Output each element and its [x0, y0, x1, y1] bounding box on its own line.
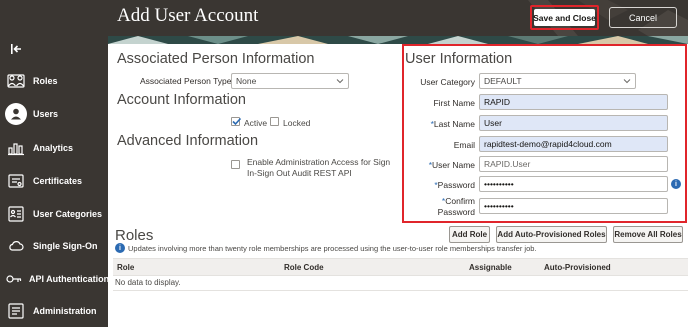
- associated-person-type-value: None: [236, 76, 257, 86]
- confirm-password-label-text: Confirm: [445, 196, 475, 206]
- associated-person-title: Associated Person Information: [117, 51, 315, 67]
- add-role-button[interactable]: Add Role: [449, 226, 490, 243]
- associated-person-type-label: Associated Person Type: [140, 76, 232, 86]
- users-icon: [5, 103, 27, 125]
- column-header-assignable[interactable]: Assignable: [469, 263, 512, 272]
- associated-person-type-select[interactable]: None: [231, 73, 349, 89]
- sidebar-item-label: Single Sign-On: [33, 241, 98, 251]
- user-category-label: User Category: [420, 77, 475, 87]
- user-category-value: DEFAULT: [484, 76, 522, 86]
- user-information-title: User Information: [405, 51, 513, 67]
- sidebar-item-label: User Categories: [33, 209, 103, 219]
- sidebar-item-roles[interactable]: Roles: [0, 66, 108, 96]
- advanced-information-title: Advanced Information: [117, 133, 259, 149]
- confirm-password-label-line2: Password: [437, 207, 475, 217]
- key-icon: [5, 268, 23, 290]
- table-divider: [113, 290, 688, 291]
- admin-access-label-line1: Enable Administration Access for Sign: [247, 157, 391, 167]
- sidebar-item-administration[interactable]: Administration: [0, 296, 108, 326]
- collapse-sidebar-icon[interactable]: [9, 42, 23, 56]
- account-information-title: Account Information: [117, 92, 246, 108]
- active-checkbox[interactable]: [231, 117, 242, 126]
- last-name-label-text: Last Name: [433, 119, 475, 129]
- admin-access-label: Enable Administration Access for Sign In…: [247, 157, 390, 179]
- admin-access-checkbox[interactable]: [231, 160, 240, 169]
- roles-note: Updates involving more than twenty role …: [128, 244, 537, 253]
- confirm-password-label: *Confirm Password: [404, 196, 475, 218]
- user-name-label-text: User Name: [432, 160, 475, 170]
- last-name-label: *Last Name: [404, 119, 475, 129]
- sidebar-item-label: Certificates: [33, 176, 83, 186]
- email-field[interactable]: rapidtest-demo@rapid4cloud.com: [479, 136, 668, 152]
- sidebar-item-label: Analytics: [33, 143, 74, 153]
- roles-table-header: Role Role Code Assignable Auto-Provision…: [113, 258, 688, 276]
- last-name-field[interactable]: User: [479, 115, 668, 131]
- user-name-field[interactable]: RAPID.User: [479, 156, 668, 172]
- sidebar-item-label: Roles: [33, 76, 58, 86]
- save-and-close-button[interactable]: Save and Close: [530, 5, 599, 30]
- roles-title: Roles: [115, 227, 154, 244]
- decorative-banner: [108, 36, 688, 44]
- sidebar-item-api-authentication[interactable]: API Authentication: [0, 264, 110, 294]
- confirm-password-field[interactable]: ••••••••••: [479, 198, 668, 214]
- locked-label: Locked: [283, 118, 311, 128]
- cloud-icon: [5, 235, 27, 257]
- confirm-password-label-line1: *Confirm: [404, 196, 475, 207]
- sidebar-item-label: API Authentication: [29, 274, 110, 284]
- save-and-close-label: Save and Close: [533, 9, 596, 26]
- active-label: Active: [244, 118, 268, 128]
- chevron-down-icon: [623, 79, 631, 84]
- sidebar-item-label: Administration: [33, 306, 97, 316]
- certificates-icon: [5, 170, 27, 192]
- page-title: Add User Account: [117, 5, 259, 26]
- admin-access-label-line2: In-Sign Out Audit REST API: [247, 168, 352, 178]
- user-category-select[interactable]: DEFAULT: [479, 73, 636, 89]
- chevron-down-icon: [336, 79, 344, 84]
- user-categories-icon: [5, 203, 27, 225]
- password-field[interactable]: ••••••••••: [479, 176, 668, 192]
- remove-all-roles-button[interactable]: Remove All Roles: [613, 226, 683, 243]
- analytics-icon: [5, 137, 27, 159]
- first-name-field[interactable]: RAPID: [479, 94, 668, 110]
- user-name-label: *User Name: [404, 160, 475, 170]
- sidebar-item-users[interactable]: Users: [0, 99, 108, 129]
- email-label: Email: [453, 140, 475, 150]
- sidebar-item-label: Users: [33, 109, 59, 119]
- locked-checkbox[interactable]: [270, 117, 279, 126]
- info-icon: i: [115, 243, 125, 253]
- password-label: *Password: [404, 180, 475, 190]
- sidebar-item-analytics[interactable]: Analytics: [0, 133, 108, 163]
- column-header-auto-provisioned[interactable]: Auto-Provisioned: [544, 263, 611, 272]
- administration-icon: [5, 300, 27, 322]
- add-auto-provisioned-roles-button[interactable]: Add Auto-Provisioned Roles: [496, 226, 607, 243]
- column-header-role-code[interactable]: Role Code: [284, 263, 324, 272]
- banner-pattern: [108, 36, 688, 44]
- column-header-role[interactable]: Role: [117, 263, 134, 272]
- sidebar-item-certificates[interactable]: Certificates: [0, 166, 108, 196]
- password-label-text: Password: [437, 180, 475, 190]
- checkmark-icon: [232, 117, 242, 126]
- sidebar-item-user-categories[interactable]: User Categories: [0, 199, 108, 229]
- roles-icon: [5, 70, 27, 92]
- empty-table-message: No data to display.: [115, 278, 181, 287]
- first-name-label: First Name: [433, 98, 475, 108]
- cancel-button[interactable]: Cancel: [609, 7, 677, 28]
- sidebar-item-single-sign-on[interactable]: Single Sign-On: [0, 231, 108, 261]
- password-info-icon[interactable]: i: [671, 179, 681, 189]
- sidebar: Roles Users Analytics Certificates User …: [0, 0, 110, 327]
